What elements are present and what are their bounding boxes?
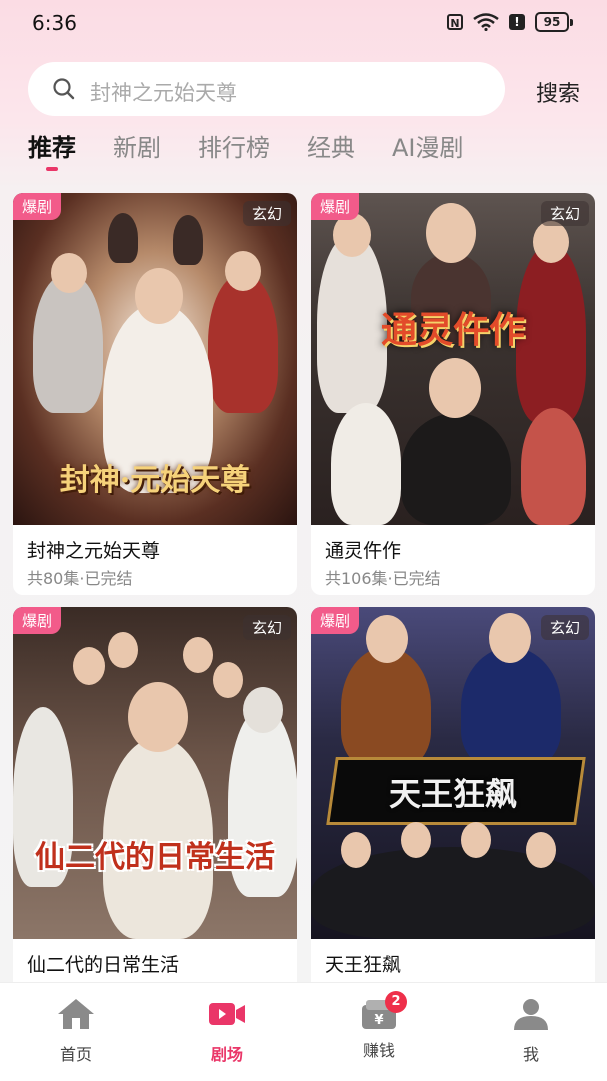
nav-label: 赚钱 — [362, 1041, 395, 1060]
drama-card[interactable]: 通灵仵作 爆剧 玄幻 通灵仵作 共106集·已完结 — [311, 193, 595, 595]
tab-classic[interactable]: 经典 — [307, 128, 355, 175]
wifi-icon — [473, 13, 499, 31]
drama-title[interactable]: 通灵仵作 — [325, 536, 401, 563]
hot-badge: 爆剧 — [13, 607, 62, 634]
alert-icon: ! — [509, 14, 525, 30]
bottom-nav: 首页 剧场 ¥ 2 赚钱 我 — [0, 982, 607, 1081]
poster-title-text: 天王狂飙 — [388, 775, 517, 813]
drama-card[interactable]: 仙二代的日常生活 爆剧 玄幻 仙二代的日常生活 — [13, 607, 297, 1009]
hot-badge: 爆剧 — [311, 607, 360, 634]
battery-icon: 95 — [535, 12, 573, 32]
profile-icon — [514, 999, 548, 1030]
nav-home[interactable]: 首页 — [26, 997, 126, 1065]
drama-poster[interactable]: 通灵仵作 爆剧 玄幻 — [311, 193, 595, 525]
poster-title-text: 仙二代的日常生活 — [35, 840, 275, 875]
nav-earn[interactable]: ¥ 2 赚钱 — [329, 991, 429, 1061]
tab-new[interactable]: 新剧 — [113, 128, 161, 175]
video-icon — [209, 1003, 245, 1025]
tab-label: 新剧 — [113, 134, 161, 162]
drama-title[interactable]: 仙二代的日常生活 — [27, 950, 179, 977]
genre-badge: 玄幻 — [242, 201, 291, 226]
tab-ranking[interactable]: 排行榜 — [198, 128, 270, 175]
drama-meta: 共80集·已完结 — [27, 569, 133, 588]
search-icon — [53, 78, 75, 100]
drama-poster[interactable]: 天王狂飙 爆剧 玄幻 — [311, 607, 595, 939]
nav-label: 首页 — [59, 1045, 92, 1064]
genre-badge: 玄幻 — [540, 615, 589, 640]
search-bar: 封神之元始天尊 搜索 — [28, 62, 580, 116]
battery-level: 95 — [535, 12, 569, 32]
tab-label: AI漫剧 — [392, 134, 464, 162]
svg-text:¥: ¥ — [374, 1013, 383, 1028]
status-icons: N ! 95 — [447, 12, 573, 32]
tab-label: 推荐 — [28, 134, 76, 162]
hot-badge: 爆剧 — [311, 193, 360, 220]
drama-title[interactable]: 封神之元始天尊 — [27, 536, 160, 563]
notification-badge: 2 — [385, 991, 407, 1013]
tab-label: 排行榜 — [198, 134, 270, 162]
drama-title[interactable]: 天王狂飙 — [325, 950, 401, 977]
hot-badge: 爆剧 — [13, 193, 62, 220]
nfc-icon: N — [447, 14, 463, 30]
tab-ai-comic[interactable]: AI漫剧 — [392, 128, 464, 175]
status-time: 6:36 — [32, 11, 77, 35]
poster-title-text: 封神·元始天尊 — [59, 463, 251, 498]
tab-recommended[interactable]: 推荐 — [28, 128, 76, 175]
drama-poster[interactable]: 仙二代的日常生活 爆剧 玄幻 — [13, 607, 297, 939]
nav-theater[interactable]: 剧场 — [177, 997, 277, 1065]
nav-label: 我 — [522, 1045, 539, 1064]
tab-label: 经典 — [307, 134, 355, 162]
home-icon — [58, 999, 94, 1029]
nav-label: 剧场 — [210, 1045, 243, 1064]
search-box[interactable]: 封神之元始天尊 — [28, 62, 505, 116]
drama-card[interactable]: 天王狂飙 爆剧 玄幻 天王狂飙 — [311, 607, 595, 1009]
wallet-icon: ¥ 2 — [359, 991, 407, 1031]
category-tabs: 推荐 新剧 排行榜 经典 AI漫剧 — [28, 128, 464, 176]
status-bar: 6:36 N ! 95 — [0, 0, 607, 46]
genre-badge: 玄幻 — [540, 201, 589, 226]
drama-meta: 共106集·已完结 — [325, 569, 441, 588]
poster-title-text: 通灵仵作 — [380, 309, 525, 351]
drama-card[interactable]: 封神·元始天尊 爆剧 玄幻 封神之元始天尊 共80集·已完结 — [13, 193, 297, 595]
drama-poster[interactable]: 封神·元始天尊 爆剧 玄幻 — [13, 193, 297, 525]
search-input[interactable]: 封神之元始天尊 — [90, 77, 237, 107]
nav-profile[interactable]: 我 — [481, 997, 581, 1065]
genre-badge: 玄幻 — [242, 615, 291, 640]
tab-indicator — [46, 167, 58, 171]
search-button[interactable]: 搜索 — [536, 76, 580, 108]
